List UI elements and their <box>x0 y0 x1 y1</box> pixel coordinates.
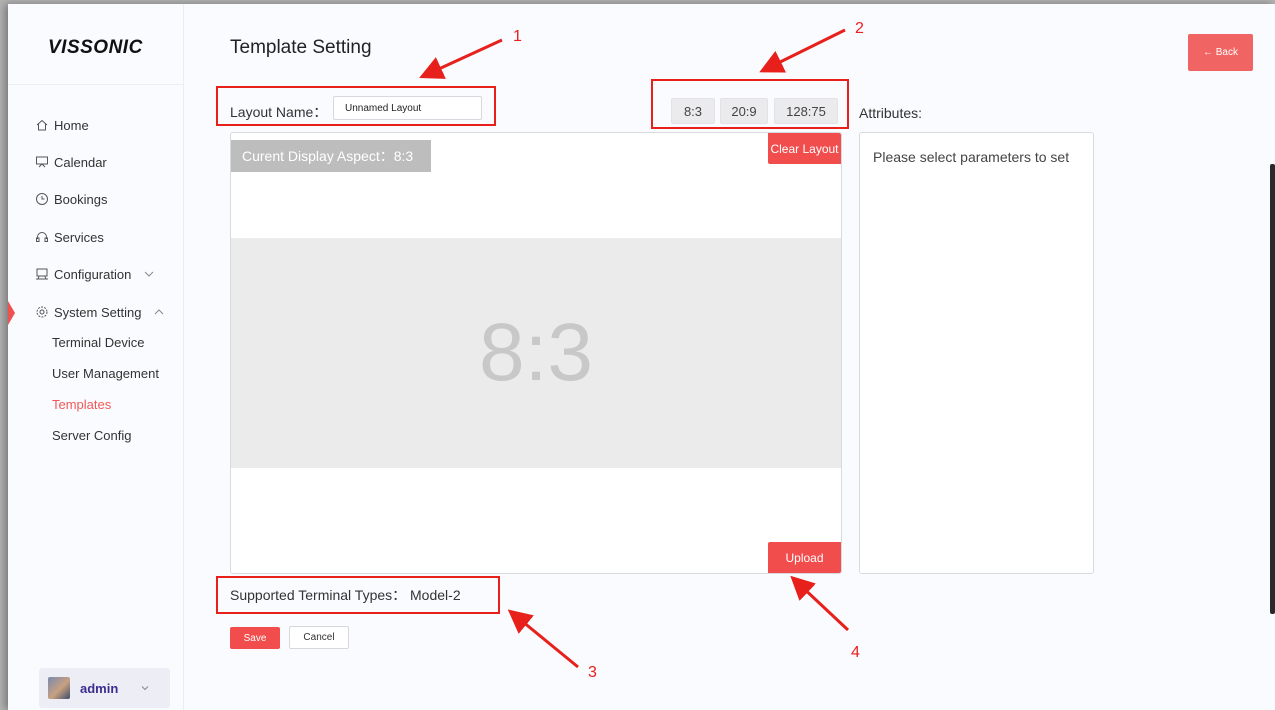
annotation-box-2 <box>651 79 849 129</box>
nav-item-home[interactable]: Home <box>35 115 89 135</box>
attributes-label: Attributes: <box>859 105 923 121</box>
nav-item-calendar[interactable]: Calendar <box>35 152 107 172</box>
aspect-preview[interactable]: 8:3 <box>231 238 841 468</box>
page-title: Template Setting <box>230 37 372 58</box>
upload-button[interactable]: Upload <box>768 542 841 573</box>
active-section-marker <box>8 301 15 325</box>
user-name: admin <box>80 680 119 696</box>
nav-item-configuration[interactable]: Configuration <box>35 264 160 284</box>
annotation-number-1: 1 <box>513 28 522 45</box>
nav-item-services[interactable]: Services <box>35 227 104 247</box>
app-window: VISSONIC Home Calendar Bookings Services… <box>8 4 1275 710</box>
scrollbar[interactable] <box>1270 164 1275 614</box>
cancel-button[interactable]: Cancel <box>289 626 349 649</box>
nav-label: Configuration <box>54 266 132 282</box>
nav-label: Home <box>54 117 89 133</box>
home-icon <box>36 119 48 131</box>
chevron-up-icon <box>155 309 164 315</box>
sidebar: VISSONIC Home Calendar Bookings Services… <box>8 4 184 710</box>
sidebar-item-user-management[interactable]: User Management <box>52 366 159 381</box>
nav-label: Calendar <box>54 154 107 170</box>
save-button[interactable]: Save <box>230 627 280 649</box>
presentation-icon <box>36 156 48 168</box>
divider <box>8 84 183 85</box>
clear-layout-button[interactable]: Clear Layout <box>768 133 841 164</box>
nav-item-bookings[interactable]: Bookings <box>35 189 107 209</box>
annotation-box-3 <box>216 576 500 614</box>
back-button[interactable]: ← Back <box>1188 34 1253 71</box>
attributes-message: Please select parameters to set <box>873 149 1070 165</box>
gear-icon <box>36 306 48 318</box>
chevron-down-icon <box>141 686 149 691</box>
vissonic-logo: VISSONIC <box>48 37 143 58</box>
current-aspect-tag: Curent Display Aspect：8:3 <box>231 140 431 172</box>
avatar <box>48 677 70 699</box>
headset-icon <box>36 232 48 242</box>
sidebar-item-server-config[interactable]: Server Config <box>52 428 131 443</box>
annotation-number-2: 2 <box>855 20 864 37</box>
aspect-preview-text: 8:3 <box>479 307 593 398</box>
nav-label: System Setting <box>54 304 142 320</box>
nav-item-system-setting[interactable]: System Setting <box>35 302 170 322</box>
sidebar-item-terminal-device[interactable]: Terminal Device <box>52 335 144 350</box>
nav-label: Services <box>54 229 104 245</box>
attributes-panel: Please select parameters to set <box>859 132 1094 574</box>
user-menu[interactable]: admin <box>39 668 170 708</box>
nav-label: Bookings <box>54 191 108 207</box>
annotation-box-1 <box>216 86 496 126</box>
monitor-icon <box>36 268 48 280</box>
sidebar-item-templates[interactable]: Templates <box>52 397 111 412</box>
clock-icon <box>36 193 48 205</box>
annotation-number-4: 4 <box>851 644 860 661</box>
annotation-number-3: 3 <box>588 664 597 681</box>
layout-canvas[interactable]: Curent Display Aspect：8:3 8:3 Clear Layo… <box>230 132 842 574</box>
chevron-down-icon <box>144 271 154 277</box>
